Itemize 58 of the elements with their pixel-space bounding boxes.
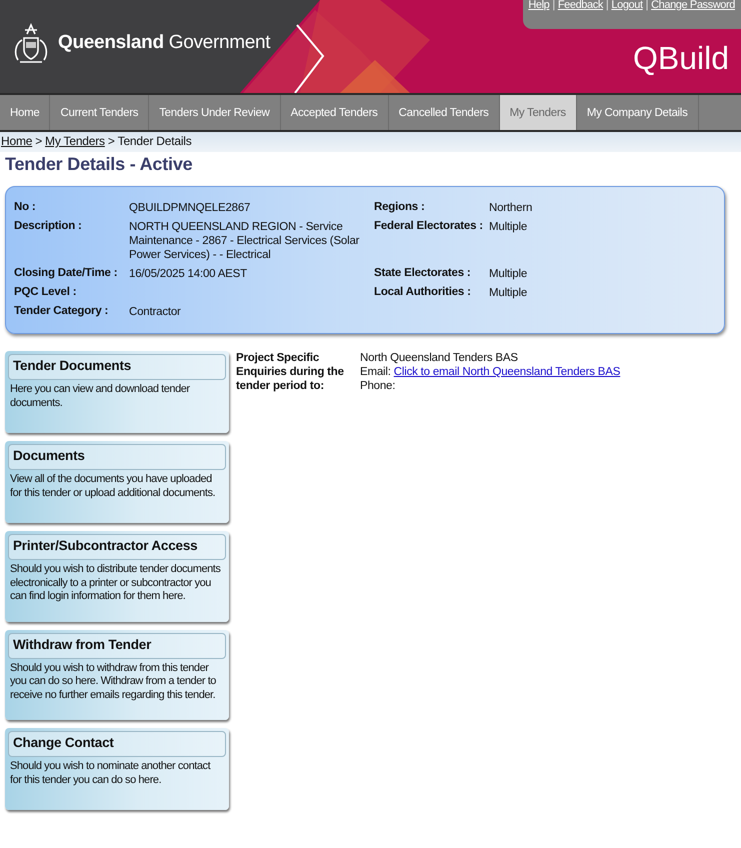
breadcrumb-link[interactable]: My Tenders [45,134,105,148]
panel-title: Withdraw from Tender [8,632,226,658]
utility-link[interactable]: Logout [611,0,643,11]
action-panel[interactable]: Withdraw from Tender Should you wish to withdraw from this tender you can do so here. Withdraw from a tender to receive no further emails regarding this tender. [5,630,229,720]
logo-wordmark: Queensland Government [58,32,270,54]
panel-title: Tender Documents [8,354,226,380]
field-label: Federal Electorates : [374,220,483,232]
breadcrumb-link[interactable]: Home [1,134,32,148]
email-link[interactable]: Click to email North Queensland Tenders BAS [394,366,620,378]
field-label: State Electorates : [374,267,471,279]
field-label: Description : [14,220,83,234]
nav-tab[interactable]: My Tenders [500,95,577,130]
field-value: Multiple [489,287,528,299]
field-value: Multiple [489,268,528,280]
field-value: QBUILDPMNQELE2867 [129,202,250,214]
panel-description: Should you wish to nominate another contact for this tender you can do so here. [9,759,212,787]
nav-tab[interactable]: Current Tenders [50,95,150,130]
page-title: Tender Details - Active [5,154,194,175]
field-value: Contractor [129,306,181,318]
link-separator: | [646,0,648,11]
utility-link[interactable]: Change Password [651,0,735,11]
field-value: Multiple [489,221,528,233]
field-label: Tender Category : [14,305,110,319]
contact-label: Project Specific Enquiries during the tender period to: [236,351,345,393]
link-separator: | [606,0,608,11]
link-separator: | [552,0,555,11]
phone-label: Phone: [360,379,396,393]
panel-title: Documents [8,444,226,470]
email-label: Email: [360,366,391,378]
field-label: Local Authorities : [374,286,471,298]
contact-name: North Queensland Tenders BAS [360,351,519,365]
field-label: No : [14,201,37,215]
utility-link[interactable]: Help [528,0,550,11]
field-label: Closing Date/Time : [14,267,118,281]
field-label: Regions : [374,201,425,213]
panel-description: View all of the documents you have uploaded for this tender or upload additional documents. [9,472,216,500]
field-value: NORTH QUEENSLAND REGION - Service Maintenance - 2867 - Electrical Services (Solar Power Services) - - Electrical [129,221,360,261]
panel-description: Here you can view and download tender documents. [9,382,191,410]
field-value: Northern [489,202,532,214]
panel-description: Should you wish to distribute tender documents electronically to a printer or subcontractor you can find login information for them here. [9,562,222,604]
field-value: 16/05/2025 14:00 AEST [129,268,247,280]
nav-tab[interactable]: Tenders Under Review [149,95,281,130]
breadcrumb-current: Tender Details [118,134,192,148]
app-title: QBuild [632,40,729,77]
panel-title: Printer/Subcontractor Access [8,534,226,560]
nav-tab[interactable]: My Company Details [576,95,699,130]
action-panel[interactable]: Tender Documents Here you can view and download tender documents. [5,351,229,433]
action-panel[interactable]: Printer/Subcontractor Access Should you wish to distribute tender documents electronically to a printer or subcontractor you can find login information for them here. [5,531,229,622]
nav-tab[interactable]: Home [0,95,50,130]
action-panel[interactable]: Documents View all of the documents you have uploaded for this tender or upload additional documents. [5,441,229,523]
nav-tab[interactable]: Accepted Tenders [280,95,389,130]
utility-link[interactable]: Feedback [558,0,603,11]
field-label: PQC Level : [14,286,78,300]
action-panel[interactable]: Change Contact Should you wish to nominate another contact for this tender you can do so here. [5,728,229,810]
panel-title: Change Contact [8,731,226,757]
panel-description: Should you wish to withdraw from this tender you can do so here. Withdraw from a tender to receive no further emails regarding this tender. [9,660,217,702]
breadcrumb-separator: > [108,134,115,148]
breadcrumb-separator: > [35,134,42,148]
